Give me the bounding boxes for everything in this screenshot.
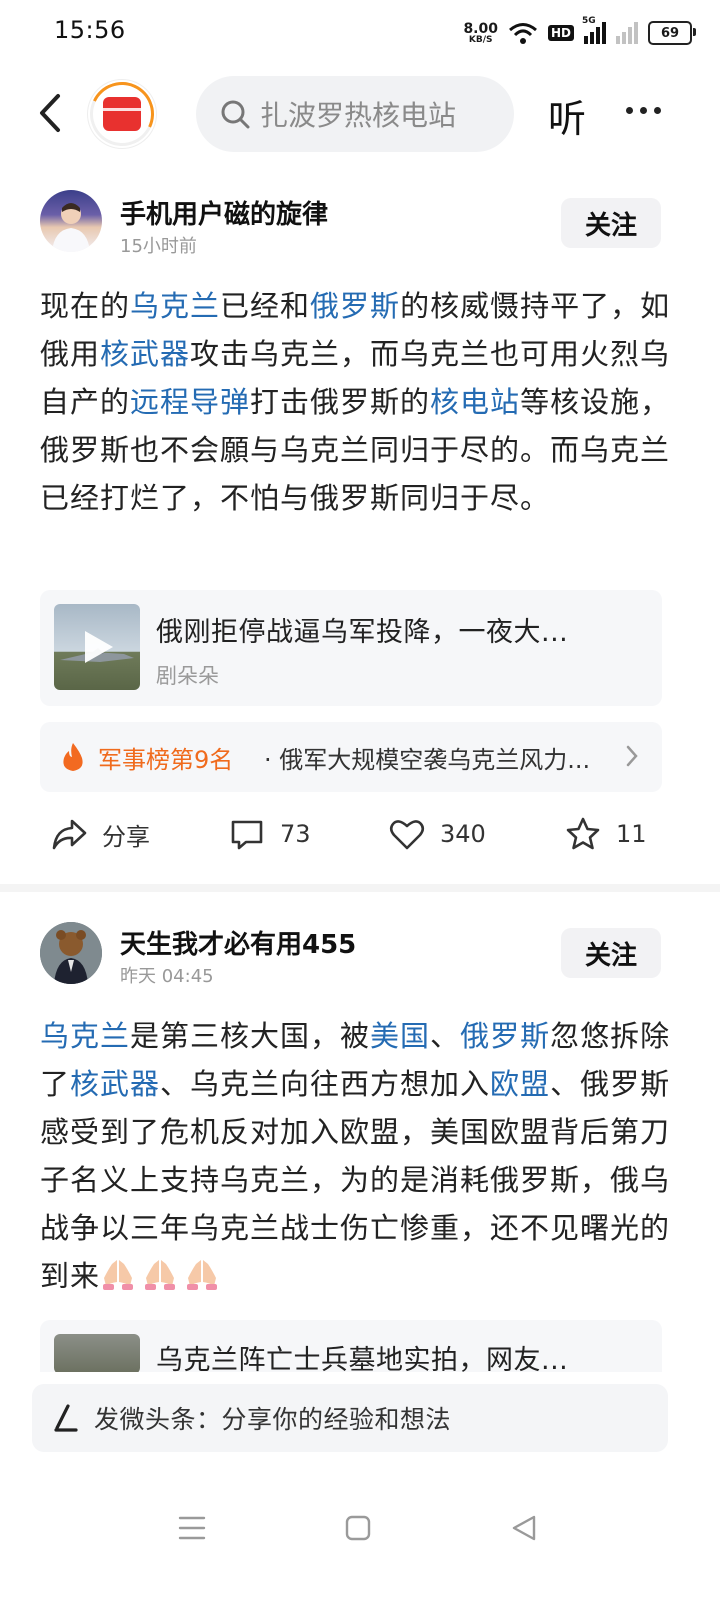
link-card-source: 剧朵朵 [156,664,219,688]
avatar[interactable] [40,190,102,252]
comment-icon [231,820,263,850]
like-count: 340 [440,820,486,848]
favorite-button[interactable]: 11 [564,804,647,864]
menu-icon[interactable] [176,1512,208,1544]
favorite-count: 11 [616,820,647,848]
compose-placeholder: 发微头条：分享你的经验和想法 [94,1405,452,1434]
compose-bar[interactable]: 发微头条：分享你的经验和想法 [32,1384,668,1452]
chevron-right-icon [626,745,638,767]
system-nav-bar [0,1494,720,1564]
hd-icon: HD [547,25,574,41]
post-time: 昨天 04:45 [120,966,214,987]
keyword-link[interactable]: 乌克兰 [40,1019,130,1053]
video-thumbnail [54,1334,140,1372]
body-text: 已经和 [220,289,311,323]
keyword-link[interactable]: 远程导弹 [130,385,250,419]
avatar[interactable] [40,922,102,984]
play-icon [85,631,113,663]
back-button[interactable] [28,88,72,138]
network-speed: 8.00 KB/S [463,22,498,45]
search-placeholder: 扎波罗热核电站 [260,99,457,132]
link-card[interactable]: 乌克兰阵亡士兵墓地实拍，网友... [40,1320,662,1372]
praying-hands-icon [103,1260,134,1290]
comment-button[interactable]: 73 [228,804,311,864]
rank-label: 军事榜第9名 [98,746,234,774]
search-bar[interactable]: 扎波罗热核电站 [196,76,514,152]
star-icon [566,817,600,850]
link-card[interactable]: 俄刚拒停战逼乌军投降，一夜大... 剧朵朵 [40,590,662,706]
praying-hands-icon [145,1260,176,1290]
keyword-link[interactable]: 核武器 [100,337,190,371]
body-text: 打击俄罗斯的 [250,385,431,419]
battery-icon: 69 [648,21,696,45]
keyword-link[interactable]: 俄罗斯 [310,289,400,323]
share-icon [52,819,87,850]
network-speed-unit: KB/S [468,34,493,45]
signal-icon: 5G [582,16,606,44]
video-thumbnail [54,604,140,690]
follow-button[interactable]: 关注 [561,198,661,248]
pen-icon [54,1404,78,1432]
share-button[interactable]: 分享 [50,804,150,864]
home-icon[interactable] [342,1512,374,1544]
status-bar: 15:56 8.00 KB/S HD 5G 69 [0,0,720,66]
heart-icon [389,820,425,850]
body-text: 现在的 [40,289,131,323]
app-logo-icon[interactable] [80,72,164,156]
praying-hands-icon [187,1260,218,1290]
post-body[interactable]: 现在的乌克兰已经和俄罗斯的核威慑持平了，如俄用核武器攻击乌克兰，而乌克兰也可用火… [40,282,682,522]
share-label: 分享 [102,822,150,851]
author-name[interactable]: 手机用户磁的旋律 [120,194,328,231]
top-nav: 扎波罗热核电站 听 [0,72,720,156]
body-text: 、乌克兰向往西方想加入 [160,1067,491,1101]
back-nav-icon[interactable] [508,1512,540,1544]
status-time: 15:56 [54,16,126,44]
comment-count: 73 [280,820,311,848]
signal-2-icon [616,22,638,44]
listen-button[interactable]: 听 [548,88,586,143]
keyword-link[interactable]: 核电站 [430,385,520,419]
fire-icon [63,743,83,771]
search-icon [221,100,250,129]
keyword-link[interactable]: 美国 [370,1019,430,1053]
post-actions: 分享 73 340 11 [0,804,720,864]
link-card-title: 俄刚拒停战逼乌军投降，一夜大... [156,617,569,648]
status-icons: 8.00 KB/S HD 5G 69 [463,16,696,48]
network-type: 5G [582,16,596,26]
more-icon[interactable] [626,100,666,120]
rank-text: · 俄军大规模空袭乌克兰风力... [264,746,591,774]
keyword-link[interactable]: 俄罗斯 [460,1019,550,1053]
follow-button[interactable]: 关注 [561,928,661,978]
wifi-icon [509,23,537,44]
post-body[interactable]: 乌克兰是第三核大国，被美国、俄罗斯忽悠拆除了核武器、乌克兰向往西方想加入欧盟、俄… [40,1012,682,1300]
link-card-title: 乌克兰阵亡士兵墓地实拍，网友... [156,1345,569,1372]
keyword-link[interactable]: 欧盟 [490,1067,550,1101]
keyword-link[interactable]: 乌克兰 [130,289,220,323]
rank-card[interactable]: 军事榜第9名 · 俄军大规模空袭乌克兰风力... [40,722,662,792]
body-text: 、 [430,1019,461,1053]
post-time: 15小时前 [120,236,197,257]
keyword-link[interactable]: 核武器 [70,1067,160,1101]
network-speed-value: 8.00 [463,20,498,37]
battery-level: 69 [660,25,680,41]
like-button[interactable]: 340 [388,804,486,864]
body-text: 是第三核大国，被 [130,1019,371,1053]
post-divider [0,884,720,892]
author-name[interactable]: 天生我才必有用455 [120,924,356,961]
